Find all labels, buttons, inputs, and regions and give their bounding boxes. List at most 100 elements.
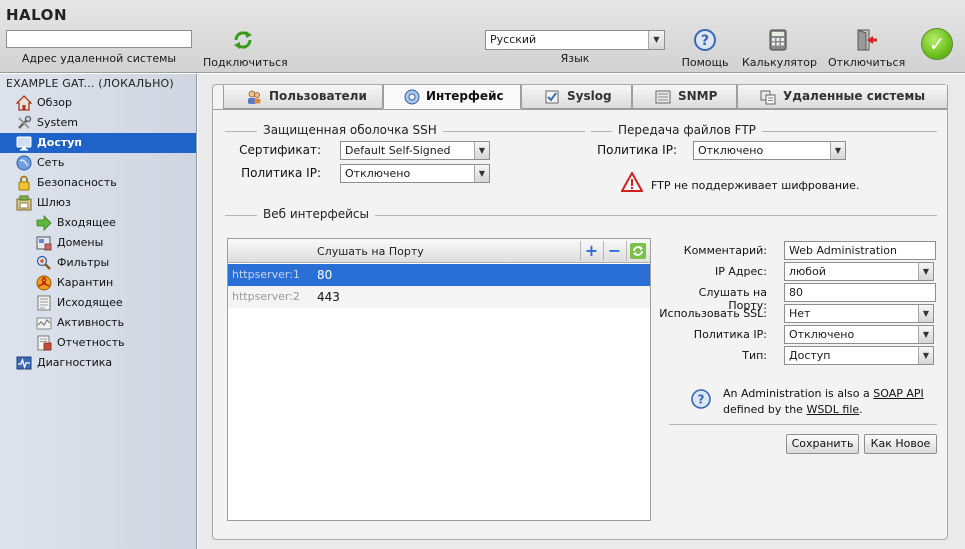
- refresh-button[interactable]: [626, 241, 648, 261]
- chevron-down-icon: ▼: [474, 165, 489, 182]
- outgoing-icon: [37, 295, 51, 311]
- tab-users[interactable]: Пользователи: [223, 85, 383, 109]
- sidebar-title: EXAMPLE GAT... (ЛОКАЛЬНО): [6, 77, 174, 90]
- chevron-down-icon: ▼: [918, 326, 933, 343]
- report-icon: [37, 335, 52, 351]
- save-as-new-button[interactable]: Как Новое: [864, 434, 937, 454]
- help-label: Помощь: [681, 56, 729, 69]
- ssh-cert-select[interactable]: Default Self-Signed ▼: [340, 141, 490, 160]
- use-ssl-select[interactable]: Нет ▼: [784, 304, 934, 323]
- chevron-down-icon: ▼: [918, 347, 933, 364]
- tab-remote-systems[interactable]: Удаленные системы: [737, 85, 948, 109]
- tab-syslog[interactable]: Syslog: [521, 85, 632, 109]
- halon-logo: HALON: [6, 6, 67, 24]
- list-item[interactable]: httpserver:2 443: [228, 286, 650, 308]
- tab-divider: [213, 109, 947, 110]
- sidebar-item-quarantine[interactable]: Карантин: [0, 273, 196, 293]
- activity-icon: [36, 317, 52, 330]
- sidebar-item-label: Карантин: [57, 276, 114, 289]
- plus-icon: +: [584, 241, 599, 260]
- sidebar: EXAMPLE GAT... (ЛОКАЛЬНО) Обзор System Д…: [0, 74, 197, 549]
- listen-port-value: 80: [789, 286, 803, 299]
- comment-field[interactable]: Web Administration: [784, 241, 936, 260]
- type-value: Доступ: [789, 349, 831, 362]
- sidebar-item-reporting[interactable]: Отчетность: [0, 333, 196, 353]
- hazard-icon: [36, 275, 52, 291]
- add-button[interactable]: +: [580, 241, 602, 261]
- ip-address-select[interactable]: любой ▼: [784, 262, 934, 281]
- calculator-icon: [769, 29, 787, 51]
- soap-info-text: An Administration is also a SOAP API def…: [723, 386, 943, 418]
- sidebar-item-gateway[interactable]: Шлюз: [0, 193, 196, 213]
- tab-label: Удаленные системы: [783, 89, 926, 103]
- wsdl-file-link[interactable]: WSDL file: [806, 403, 859, 416]
- port-column-header: Слушать на Порту: [317, 245, 424, 258]
- chevron-down-icon: ▼: [474, 142, 489, 159]
- remote-system-input[interactable]: [6, 30, 192, 48]
- svg-text:?: ?: [701, 33, 709, 49]
- ssh-ip-select[interactable]: Отключено ▼: [340, 164, 490, 183]
- help-button[interactable]: ? Помощь: [680, 28, 730, 69]
- sidebar-item-label: Шлюз: [37, 196, 71, 209]
- ftp-ip-select[interactable]: Отключено ▼: [693, 141, 846, 160]
- use-ssl-value: Нет: [789, 307, 811, 320]
- globe-icon: [16, 155, 32, 171]
- sidebar-item-activity[interactable]: Активность: [0, 313, 196, 333]
- ssh-cert-value: Default Self-Signed: [345, 144, 451, 157]
- remove-button[interactable]: −: [603, 241, 625, 261]
- ftp-ip-value: Отключено: [698, 144, 764, 157]
- main-content: Пользователи Интерфейс Syslog SNMP Удале…: [198, 74, 965, 549]
- soap-api-link[interactable]: SOAP API: [873, 387, 924, 400]
- listen-port-field[interactable]: 80: [784, 283, 936, 302]
- domains-icon: [36, 236, 52, 251]
- users-icon: [248, 90, 261, 104]
- ssh-section-title: Защищенная оболочка SSH: [257, 123, 443, 137]
- sidebar-item-label: Отчетность: [57, 336, 125, 349]
- info-middle: defined by the: [723, 403, 807, 416]
- connect-button[interactable]: Подключиться: [203, 28, 288, 69]
- type-select[interactable]: Доступ ▼: [784, 346, 934, 365]
- arrow-right-icon: [36, 215, 52, 231]
- interface-port: 443: [317, 290, 340, 304]
- ftp-warning-text: FTP не поддерживает шифрование.: [651, 179, 860, 192]
- sidebar-item-label: Доступ: [37, 136, 83, 149]
- ip-address-label: IP Адрес:: [714, 265, 767, 278]
- chevron-down-icon: ▼: [830, 142, 845, 159]
- help-icon: ?: [694, 29, 716, 51]
- save-button[interactable]: Сохранить: [786, 434, 859, 454]
- home-icon: [16, 95, 32, 111]
- sidebar-item-security[interactable]: Безопасность: [0, 173, 196, 193]
- disconnect-button[interactable]: Отключиться: [828, 28, 905, 69]
- ip-address-value: любой: [789, 265, 826, 278]
- minus-icon: −: [607, 241, 622, 260]
- monitor-icon: [16, 136, 32, 151]
- sidebar-item-label: Фильтры: [57, 256, 110, 269]
- sidebar-item-label: Активность: [57, 316, 125, 329]
- language-select[interactable]: Русский ▼: [485, 30, 665, 50]
- list-item[interactable]: httpserver:1 80: [228, 264, 650, 286]
- sidebar-item-domains[interactable]: Домены: [0, 233, 196, 253]
- sidebar-item-network[interactable]: Сеть: [0, 153, 196, 173]
- sidebar-item-access[interactable]: Доступ: [0, 133, 196, 153]
- sidebar-item-overview[interactable]: Обзор: [0, 93, 196, 113]
- ssh-ip-value: Отключено: [345, 167, 411, 180]
- sidebar-item-label: System: [37, 116, 79, 129]
- sidebar-item-system[interactable]: System: [0, 113, 196, 133]
- tab-snmp[interactable]: SNMP: [632, 85, 737, 109]
- sidebar-item-label: Диагностика: [37, 356, 113, 369]
- help-icon: ?: [691, 389, 711, 409]
- tab-interface[interactable]: Интерфейс: [383, 85, 521, 109]
- remote-systems-icon: [760, 90, 776, 105]
- interface-port: 80: [317, 268, 333, 282]
- sidebar-item-diagnostics[interactable]: Диагностика: [0, 353, 196, 373]
- calculator-label: Калькулятор: [742, 56, 817, 69]
- sidebar-item-filters[interactable]: Фильтры: [0, 253, 196, 273]
- calculator-button[interactable]: Калькулятор: [742, 28, 817, 69]
- sidebar-item-incoming[interactable]: Входящее: [0, 213, 196, 233]
- filter-icon: [36, 255, 51, 270]
- sidebar-item-label: Домены: [57, 236, 104, 249]
- ip-policy-select[interactable]: Отключено ▼: [784, 325, 934, 344]
- syslog-icon: [545, 90, 559, 104]
- sidebar-item-outgoing[interactable]: Исходящее: [0, 293, 196, 313]
- chevron-down-icon: ▼: [918, 263, 933, 280]
